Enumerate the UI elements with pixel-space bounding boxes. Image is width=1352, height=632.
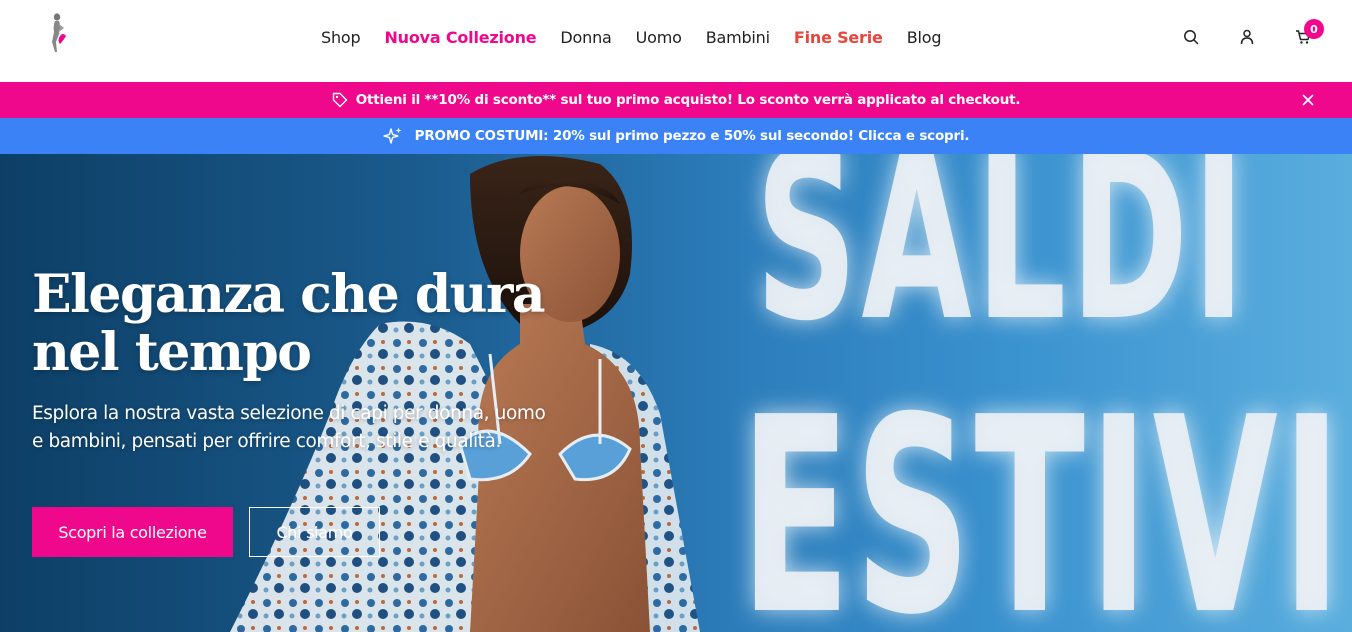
discount-announcement-text: Ottieni il **10% di sconto** sul tuo pri… (355, 92, 1021, 108)
hero-subtitle: Esplora la nostra vasta selezione di cap… (32, 403, 546, 452)
about-us-button[interactable]: Chi siamo (249, 507, 380, 557)
site-header: Shop Nuova Collezione Donna Uomo Bambini… (0, 0, 1352, 82)
nav-item-blog[interactable]: Blog (895, 26, 954, 50)
discount-announcement-bar[interactable]: Ottieni il **10% di sconto** sul tuo pri… (0, 82, 1352, 118)
nav-item-donna[interactable]: Donna (548, 26, 623, 50)
hero-title: Eleganza che dura nel tempo (32, 266, 592, 382)
promo-announcement-bar[interactable]: PROMO COSTUMI: 20% sul primo pezzo e 50%… (0, 118, 1352, 154)
hero-title-line-2: nel tempo (32, 322, 312, 383)
main-nav: Shop Nuova Collezione Donna Uomo Bambini… (309, 26, 953, 50)
cart-count-badge: 0 (1304, 19, 1324, 39)
search-icon[interactable] (1182, 27, 1200, 47)
header-icons: 0 (1182, 19, 1324, 47)
cart-icon[interactable]: 0 (1294, 19, 1324, 47)
hero-model-image (230, 156, 700, 632)
promo-announcement-text: PROMO COSTUMI: 20% sul primo pezzo e 50%… (414, 128, 970, 144)
sparkle-icon (382, 126, 403, 146)
user-icon[interactable] (1238, 27, 1256, 47)
hero-banner: SALDI ESTIVI Eleganza che dura nel tempo… (0, 154, 1352, 632)
nav-item-bambini[interactable]: Bambini (694, 26, 782, 50)
nav-item-nuova-collezione[interactable]: Nuova Collezione (372, 26, 548, 50)
nav-item-uomo[interactable]: Uomo (624, 26, 694, 50)
close-icon[interactable] (1300, 92, 1316, 108)
nav-item-shop[interactable]: Shop (309, 26, 372, 50)
tag-icon (332, 92, 348, 108)
hero-title-line-1: Eleganza che dura (32, 264, 546, 325)
discover-collection-button[interactable]: Scopri la collezione (32, 507, 233, 557)
nav-item-fine-serie[interactable]: Fine Serie (782, 26, 895, 50)
brand-logo[interactable] (46, 12, 72, 54)
